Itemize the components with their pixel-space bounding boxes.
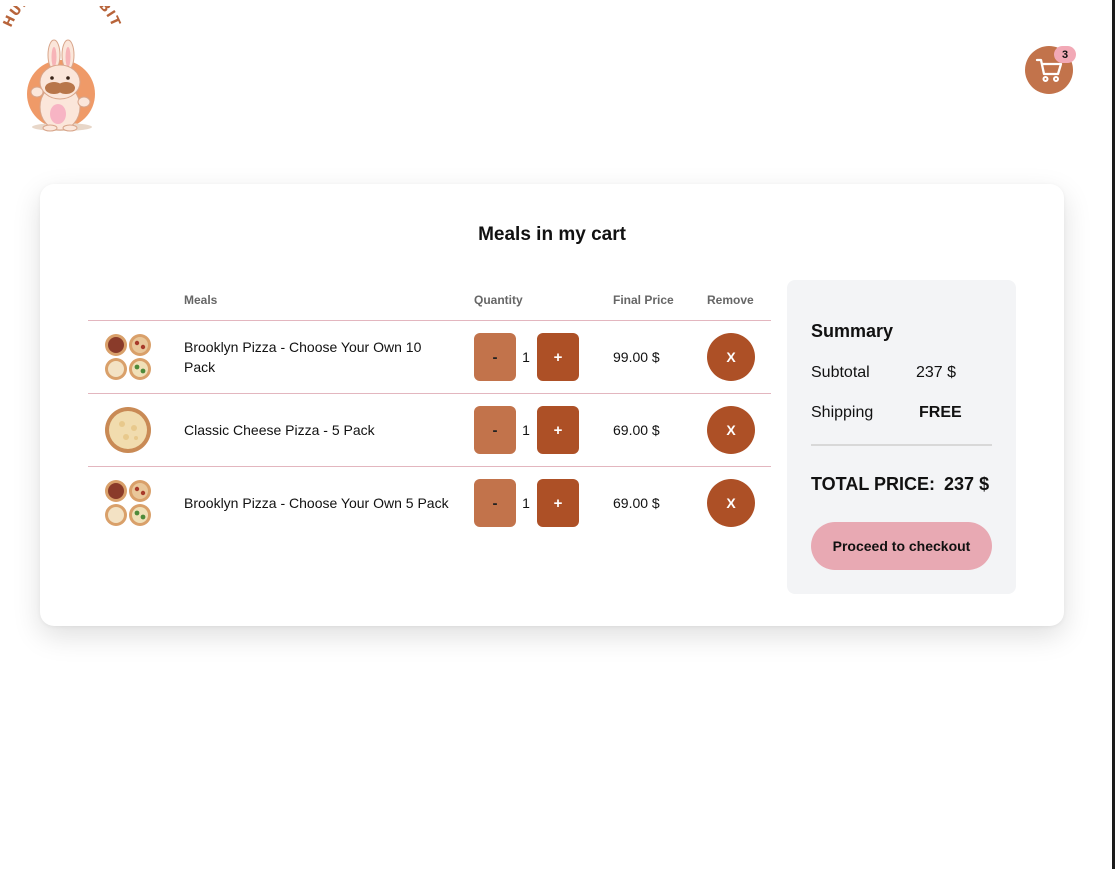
summary-title: Summary — [811, 321, 894, 341]
quantity-value: 1 — [522, 495, 530, 511]
meal-name: Brooklyn Pizza - Choose Your Own 10 Pack — [184, 339, 422, 375]
decrease-quantity-button[interactable]: - — [474, 333, 516, 381]
total-price-label: TOTAL PRICE: — [811, 474, 936, 494]
logo-text: HUNGRY RABBIT — [1, 6, 122, 30]
subtotal-value: 237 $ — [916, 364, 957, 381]
cart-page: HUNGRY RABBIT 3 Meals in my — [0, 0, 1115, 869]
cart-table: Meals Quantity Final Price Remove Brookl… — [88, 282, 771, 539]
total-price-value: 237 $ — [944, 474, 990, 494]
summary-panel: Summary Subtotal 237 $ Shipping FREE TOT… — [787, 280, 1016, 594]
proceed-to-checkout-button[interactable]: Proceed to checkout — [811, 522, 992, 570]
cart-title: Meals in my cart — [478, 224, 626, 245]
meal-name: Brooklyn Pizza - Choose Your Own 5 Pack — [184, 495, 449, 511]
remove-item-button[interactable]: X — [707, 333, 755, 381]
quantity-value: 1 — [522, 349, 530, 365]
increase-quantity-button[interactable]: + — [537, 333, 579, 381]
final-price: 69.00 $ — [613, 495, 660, 511]
hungry-rabbit-logo[interactable]: HUNGRY RABBIT — [0, 6, 122, 132]
increase-quantity-button[interactable]: + — [537, 406, 579, 454]
column-header-remove: Remove — [707, 293, 754, 307]
pizza-four-pack-image — [104, 479, 152, 527]
table-row: Brooklyn Pizza - Choose Your Own 10 Pack… — [88, 321, 771, 394]
summary-divider — [811, 444, 992, 446]
remove-item-button[interactable]: X — [707, 479, 755, 527]
svg-text:HUNGRY RABBIT: HUNGRY RABBIT — [1, 6, 122, 30]
table-row: Brooklyn Pizza - Choose Your Own 5 Pack … — [88, 467, 771, 539]
decrease-quantity-button[interactable]: - — [474, 479, 516, 527]
column-header-final-price: Final Price — [613, 293, 674, 307]
column-header-meals: Meals — [184, 293, 218, 307]
shipping-label: Shipping — [811, 404, 874, 421]
column-header-quantity: Quantity — [474, 293, 523, 307]
subtotal-label: Subtotal — [811, 364, 870, 381]
remove-item-button[interactable]: X — [707, 406, 755, 454]
quantity-value: 1 — [522, 422, 530, 438]
cart-card: Meals in my cart Meals Quantity Final Pr… — [40, 184, 1064, 626]
meal-name: Classic Cheese Pizza - 5 Pack — [184, 422, 375, 438]
total-price: TOTAL PRICE: 237 $ — [811, 474, 989, 495]
cheese-pizza-image — [104, 406, 152, 454]
cart-count-badge: 3 — [1054, 46, 1076, 63]
table-row: Classic Cheese Pizza - 5 Pack - 1 + 69.0… — [88, 394, 771, 467]
table-header: Meals Quantity Final Price Remove — [88, 282, 771, 321]
final-price: 99.00 $ — [613, 349, 660, 365]
increase-quantity-button[interactable]: + — [537, 479, 579, 527]
decrease-quantity-button[interactable]: - — [474, 406, 516, 454]
shipping-value: FREE — [919, 404, 962, 421]
final-price: 69.00 $ — [613, 422, 660, 438]
pizza-four-pack-image — [104, 333, 152, 381]
